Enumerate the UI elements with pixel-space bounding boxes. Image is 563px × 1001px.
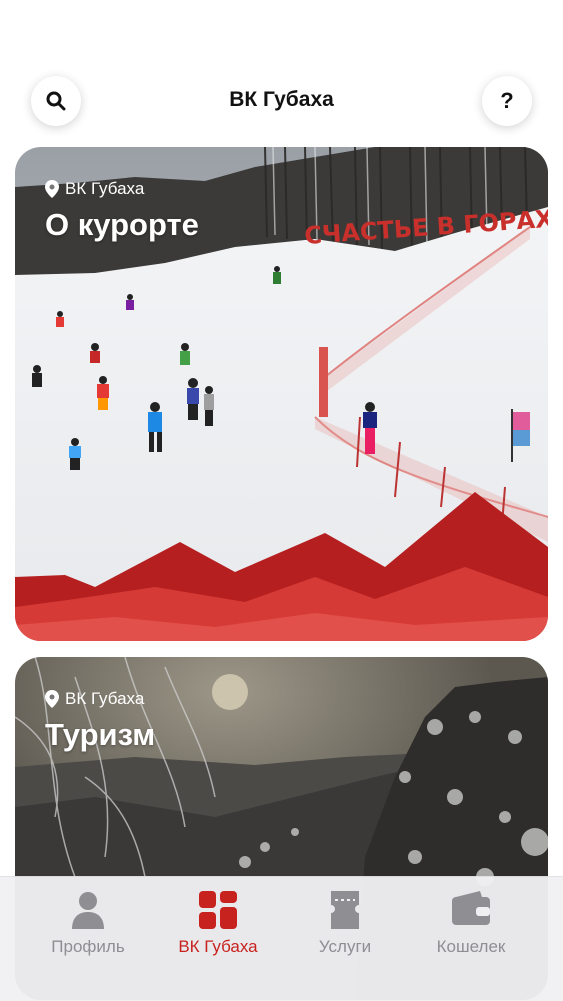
card-location-label: ВК Губаха: [65, 689, 145, 708]
tab-services[interactable]: Услуги: [275, 877, 415, 1001]
card-location: ВК Губаха: [45, 179, 144, 199]
card-title: О курорте: [45, 207, 199, 242]
location-pin-icon: [45, 180, 59, 198]
person-icon: [72, 892, 104, 929]
wallet-icon: [452, 891, 490, 925]
card-location: ВК Губаха: [45, 689, 144, 709]
location-pin-icon: [45, 690, 59, 708]
help-label: ?: [500, 88, 514, 113]
tab-label: Профиль: [51, 937, 125, 956]
resort-card[interactable]: СЧАСТЬЕ В ГОРАХ ВК Губаха О курорте: [15, 147, 548, 641]
header: ВК Губаха ?: [0, 70, 563, 130]
grid-icon: [199, 891, 237, 929]
help-button[interactable]: ?: [482, 76, 532, 126]
card-location-label: ВК Губаха: [65, 179, 145, 198]
card-title: Туризм: [45, 717, 156, 752]
ticket-icon: [331, 891, 359, 929]
tab-label: Кошелек: [436, 937, 506, 956]
tab-vk-gubakha[interactable]: ВК Губаха: [148, 877, 288, 1001]
tab-label: Услуги: [318, 937, 372, 956]
tab-bar: Профиль ВК Губаха Услуги Кошелек: [0, 876, 563, 1001]
tab-profile[interactable]: Профиль: [18, 877, 158, 1001]
page-title: ВК Губаха: [229, 88, 334, 111]
tab-wallet[interactable]: Кошелек: [401, 877, 541, 1001]
tab-label: ВК Губаха: [178, 937, 258, 956]
